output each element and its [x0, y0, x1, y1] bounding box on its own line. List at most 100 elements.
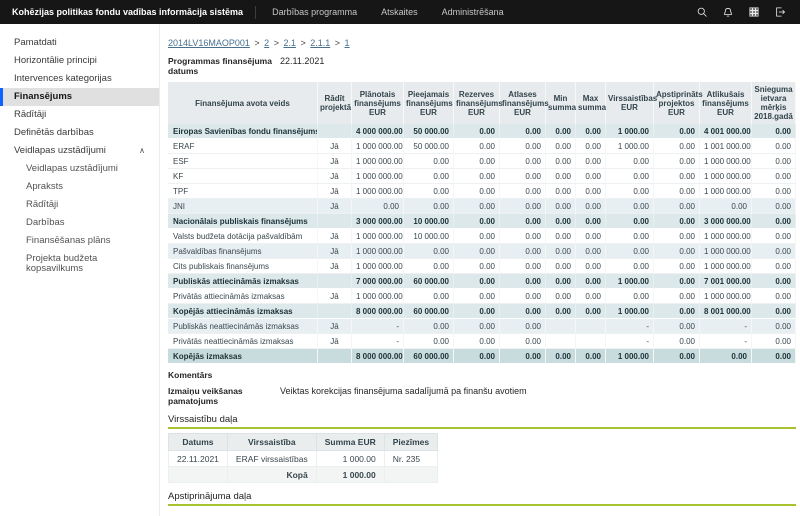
- amount-cell: 0.00: [500, 334, 546, 349]
- amount-cell: 0.00: [546, 274, 576, 289]
- topnav-atskaites[interactable]: Atskaites: [381, 7, 418, 17]
- show-in-project-cell: Jā: [318, 319, 352, 334]
- amount-cell: 1 000 000.00: [352, 139, 404, 154]
- sidebar-item-pamatdati[interactable]: Pamatdati: [0, 34, 159, 52]
- column-header: Piezīmes: [384, 434, 437, 451]
- sidebar-item-label: Horizontālie principi: [14, 56, 97, 66]
- amount-cell: 8 001 000.00: [700, 304, 752, 319]
- total-value-cell: 1 000.00: [316, 467, 384, 483]
- breadcrumb-separator: >: [252, 38, 262, 48]
- sidebar-subitem-darb-bas[interactable]: Darbības: [0, 214, 159, 232]
- sidebar-subitem-apraksts[interactable]: Apraksts: [0, 178, 159, 196]
- amount-cell: 0.00: [606, 184, 654, 199]
- amount-cell: 0.00: [454, 214, 500, 229]
- funding-source-cell: Nacionālais publiskais finansējums: [168, 214, 318, 229]
- amount-cell: 0.00: [606, 214, 654, 229]
- amount-cell: -: [700, 334, 752, 349]
- table-row: Kopējās attiecināmās izmaksas8 000 000.0…: [168, 304, 796, 319]
- amount-cell: 0.00: [404, 289, 454, 304]
- show-in-project-cell: [318, 124, 352, 139]
- amount-cell: 0.00: [500, 304, 546, 319]
- amount-cell: 0.00: [654, 259, 700, 274]
- amount-cell: [546, 334, 576, 349]
- amount-cell: 0.00: [700, 349, 752, 364]
- amount-cell: 0.00: [606, 154, 654, 169]
- breadcrumb-link[interactable]: 2014LV16MAOP001: [168, 38, 250, 48]
- amount-cell: 1 000 000.00: [352, 154, 404, 169]
- amount-cell: 1 000 000.00: [352, 244, 404, 259]
- sidebar-subitem-projekta-bud-eta-kopsavilkums[interactable]: Projekta budžeta kopsavilkums: [0, 250, 159, 278]
- amount-cell: 0.00: [576, 154, 606, 169]
- breadcrumb-link[interactable]: 2.1: [283, 38, 296, 48]
- table-row: Publiskās attiecināmās izmaksas7 000 000…: [168, 274, 796, 289]
- cell: ERAF virssaistības: [227, 451, 316, 467]
- amount-cell: 0.00: [576, 184, 606, 199]
- breadcrumb-link[interactable]: 2: [264, 38, 269, 48]
- amount-cell: 0.00: [454, 304, 500, 319]
- amount-cell: 0.00: [654, 319, 700, 334]
- amount-cell: 1 000.00: [606, 349, 654, 364]
- amount-cell: [576, 334, 606, 349]
- funding-source-cell: Privātās attiecināmās izmaksas: [168, 289, 318, 304]
- sidebar-subitem-veidlapas-uzst-d-jumi[interactable]: Veidlapas uzstādījumi: [0, 160, 159, 178]
- amount-cell: 0.00: [500, 169, 546, 184]
- amount-cell: 0.00: [752, 154, 796, 169]
- amount-cell: -: [352, 319, 404, 334]
- header-icons: [696, 6, 800, 18]
- show-in-project-cell: [318, 274, 352, 289]
- amount-cell: 0.00: [500, 289, 546, 304]
- show-in-project-cell: Jā: [318, 139, 352, 154]
- column-header: Atlikušais finansējums EUR: [700, 82, 752, 124]
- app-title: Kohēzijas politikas fondu vadības inform…: [0, 7, 255, 17]
- program-date-value: 22.11.2021: [280, 56, 324, 76]
- sidebar-item-r-d-t-ji[interactable]: Rādītāji: [0, 106, 159, 124]
- amount-cell: 0.00: [576, 304, 606, 319]
- sidebar-item-veidlapas-uzst-d-jumi[interactable]: Veidlapas uzstādījumi∧: [0, 142, 159, 160]
- amount-cell: 10 000.00: [404, 229, 454, 244]
- program-date-label: Programmas finansējuma datums: [168, 56, 280, 76]
- amount-cell: 0.00: [654, 289, 700, 304]
- sidebar-item-finans-jums[interactable]: Finansējums: [0, 88, 159, 106]
- amount-cell: 60 000.00: [404, 304, 454, 319]
- column-header: Pieejamais finansējums EUR: [404, 82, 454, 124]
- sidebar-item-intervences-kategorijas[interactable]: Intervences kategorijas: [0, 70, 159, 88]
- amount-cell: 0.00: [752, 184, 796, 199]
- topnav-darb-bas-programma[interactable]: Darbības programma: [272, 7, 357, 17]
- sidebar-item-horizont-lie-principi[interactable]: Horizontālie principi: [0, 52, 159, 70]
- amount-cell: 1 000 000.00: [700, 244, 752, 259]
- sidebar-subitem-finans-anas-pl-ns[interactable]: Finansēšanas plāns: [0, 232, 159, 250]
- amount-cell: 0.00: [752, 349, 796, 364]
- search-icon[interactable]: [696, 6, 708, 18]
- sidebar-item-label: Definētās darbības: [14, 128, 94, 138]
- amount-cell: 0.00: [576, 244, 606, 259]
- amount-cell: 1 000 000.00: [352, 184, 404, 199]
- amount-cell: 0.00: [654, 139, 700, 154]
- sidebar-item-label: Intervences kategorijas: [14, 74, 112, 84]
- breadcrumb-link[interactable]: 1: [345, 38, 350, 48]
- amount-cell: 0.00: [404, 334, 454, 349]
- logout-icon[interactable]: [774, 6, 786, 18]
- section-rule: [168, 504, 796, 506]
- chevron-up-icon[interactable]: ∧: [139, 146, 149, 156]
- amount-cell: 7 001 000.00: [700, 274, 752, 289]
- notifications-icon[interactable]: [722, 6, 734, 18]
- table-row: TPFJā1 000 000.000.000.000.000.000.000.0…: [168, 184, 796, 199]
- cell: 1 000.00: [316, 451, 384, 467]
- amount-cell: 0.00: [454, 199, 500, 214]
- breadcrumb-link[interactable]: 2.1.1: [310, 38, 330, 48]
- amount-cell: 0.00: [500, 139, 546, 154]
- amount-cell: 0.00: [654, 184, 700, 199]
- amount-cell: 0.00: [500, 319, 546, 334]
- amount-cell: 0.00: [500, 349, 546, 364]
- topnav-administr-ana[interactable]: Administrēšana: [442, 7, 504, 17]
- table-row: ERAFJā1 000 000.0050 000.000.000.000.000…: [168, 139, 796, 154]
- amount-cell: 0.00: [500, 259, 546, 274]
- app-switcher-icon[interactable]: [748, 6, 760, 18]
- comment-label: Komentārs: [168, 370, 280, 380]
- sidebar-item-defin-t-s-darb-bas[interactable]: Definētās darbības: [0, 124, 159, 142]
- amount-cell: 0.00: [654, 304, 700, 319]
- column-header: Snieguma ietvara mērķis 2018.gadā: [752, 82, 796, 124]
- amount-cell: 1 000 000.00: [352, 259, 404, 274]
- amount-cell: 0.00: [752, 244, 796, 259]
- sidebar-subitem-r-d-t-ji[interactable]: Rādītāji: [0, 196, 159, 214]
